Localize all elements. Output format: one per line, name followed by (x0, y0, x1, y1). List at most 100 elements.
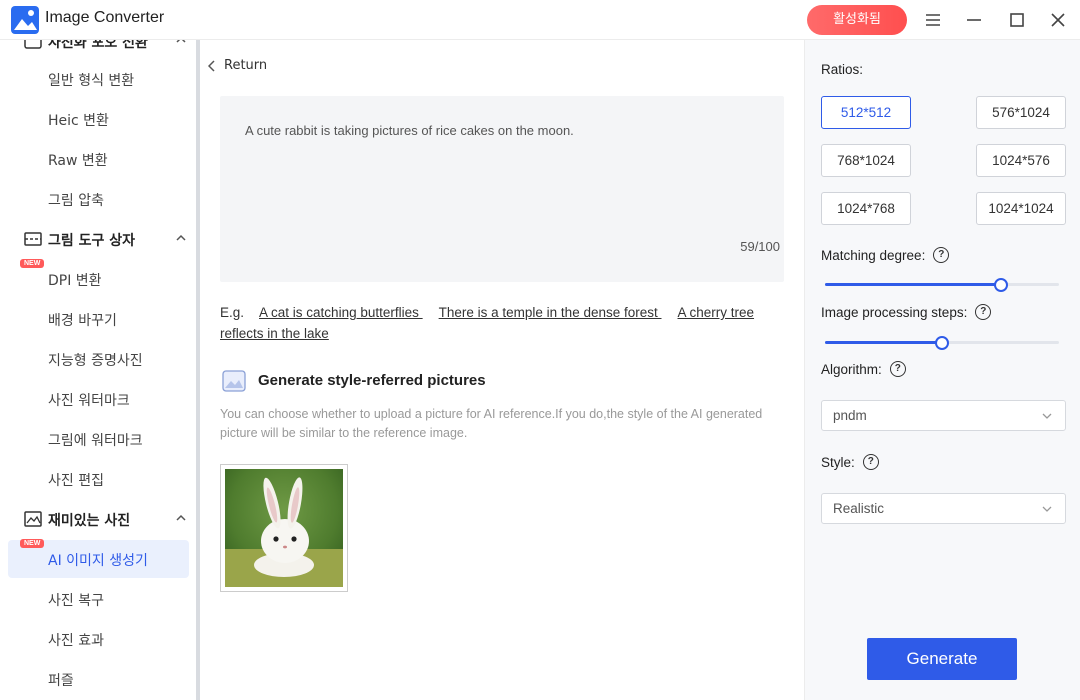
maximize-icon[interactable] (1005, 8, 1029, 32)
prompt-textarea[interactable]: A cute rabbit is taking pictures of rice… (220, 96, 784, 282)
ratio-option[interactable]: 512*512 (821, 96, 911, 129)
sidebar-section-tools[interactable]: 그림 도구 상자 (0, 224, 196, 254)
sidebar-item-image-watermark[interactable]: 그림에 워터마크 (8, 420, 189, 458)
activate-button[interactable]: 활성화됨 (807, 5, 907, 35)
style-ref-description: You can choose whether to upload a pictu… (220, 407, 763, 440)
sidebar-item-puzzle[interactable]: 퍼즐 (8, 660, 189, 698)
return-label: Return (224, 58, 268, 73)
sidebar-item-label: 퍼즐 (48, 673, 74, 689)
sidebar-item-label: 그림에 워터마크 (48, 433, 143, 449)
algorithm-value: pndm (833, 408, 867, 423)
sidebar-item-compress[interactable]: 그림 압축 (8, 180, 189, 218)
slider-thumb[interactable] (993, 278, 1008, 292)
sidebar-item-label: 사진 워터마크 (48, 393, 130, 409)
sidebar-item-photo-restore[interactable]: 사진 복구 (8, 580, 189, 618)
prompt-text[interactable]: A cute rabbit is taking pictures of rice… (245, 123, 574, 138)
sidebar-section-fun[interactable]: 재미있는 사진 (0, 504, 196, 534)
menu-icon[interactable] (921, 8, 945, 32)
ratio-option[interactable]: 1024*1024 (976, 192, 1066, 225)
sidebar-item-label: DPI 변환 (48, 273, 102, 289)
sidebar-item-label: Raw 변환 (48, 153, 108, 169)
sidebar-item-ai-image[interactable]: NEW AI 이미지 생성기 (8, 539, 189, 578)
example-link[interactable]: A cat is catching butterflies (259, 305, 423, 320)
slider-fill (825, 341, 942, 344)
convert-icon (24, 40, 42, 49)
sidebar-item-dpi[interactable]: NEW DPI 변환 (8, 259, 189, 298)
chevron-up-icon (176, 234, 186, 241)
style-value: Realistic (833, 501, 885, 516)
settings-panel: Ratios: 512*512 576*1024 768*1024 1024*5… (804, 40, 1080, 700)
algorithm-select[interactable]: pndm (821, 400, 1066, 431)
sidebar-section-label: 그림 도구 상자 (48, 233, 136, 249)
ratio-option[interactable]: 1024*768 (821, 192, 911, 225)
style-label: Style: ? (821, 454, 879, 470)
sidebar: 사진화 포오 전환 일반 형식 변환 Heic 변환 Raw 변환 그림 압축 … (0, 40, 200, 700)
matching-degree-text: Matching degree: (821, 247, 926, 263)
ratio-option[interactable]: 1024*576 (976, 144, 1066, 177)
reference-image[interactable] (220, 464, 348, 592)
sidebar-item-photo-edit[interactable]: 사진 편집 (8, 460, 189, 498)
sidebar-item-label: 배경 바꾸기 (48, 313, 117, 329)
sidebar-item-id-photo[interactable]: 지능형 증명사진 (8, 340, 189, 378)
sidebar-item-background[interactable]: 배경 바꾸기 (8, 300, 189, 338)
sidebar-item-label: 사진 효과 (48, 633, 104, 649)
image-reference-icon (222, 370, 246, 392)
steps-slider[interactable] (825, 336, 1059, 350)
sidebar-section-label: 재미있는 사진 (48, 513, 131, 529)
sidebar-item-photo-watermark[interactable]: 사진 워터마크 (8, 380, 189, 418)
sidebar-section-label: 사진화 포오 전환 (48, 40, 148, 51)
help-icon[interactable]: ? (889, 361, 906, 377)
matching-degree-slider[interactable] (825, 278, 1059, 292)
toolbox-icon (24, 232, 42, 246)
ratio-option[interactable]: 768*1024 (821, 144, 911, 177)
sidebar-item-label: 지능형 증명사진 (48, 353, 143, 369)
chevron-up-icon (176, 514, 186, 521)
fun-photo-icon (24, 511, 42, 527)
help-icon[interactable]: ? (975, 304, 992, 320)
ratios-label-text: Ratios: (821, 62, 864, 77)
steps-text: Image processing steps: (821, 304, 968, 320)
sidebar-item-raw[interactable]: Raw 변환 (8, 140, 189, 178)
ratio-option[interactable]: 576*1024 (976, 96, 1066, 129)
steps-label: Image processing steps: ? (821, 304, 992, 320)
app-logo-icon (11, 6, 39, 34)
main-panel: Return A cute rabbit is taking pictures … (200, 40, 804, 700)
examples-prefix: E.g. (220, 305, 245, 320)
help-icon[interactable]: ? (933, 247, 950, 263)
sidebar-item-label: 일반 형식 변환 (48, 73, 135, 89)
examples: E.g. A cat is catching butterflies There… (220, 302, 784, 344)
sidebar-item-label: AI 이미지 생성기 (48, 553, 148, 569)
style-ref-title: Generate style-referred pictures (258, 372, 486, 389)
close-icon[interactable] (1046, 8, 1070, 32)
algorithm-text: Algorithm: (821, 361, 882, 377)
style-select[interactable]: Realistic (821, 493, 1066, 524)
sidebar-item-format-convert[interactable]: 일반 형식 변환 (8, 60, 189, 98)
title-bar: Image Converter 활성화됨 (0, 0, 1080, 40)
help-icon[interactable]: ? (862, 454, 879, 470)
new-badge: NEW (20, 259, 45, 268)
sidebar-item-heic[interactable]: Heic 변환 (8, 100, 189, 138)
style-text: Style: (821, 454, 855, 470)
generate-button[interactable]: Generate (867, 638, 1017, 680)
chevron-left-icon (208, 59, 215, 72)
sidebar-item-label: 그림 압축 (48, 193, 104, 209)
example-link[interactable]: There is a temple in the dense forest (439, 305, 662, 320)
prompt-char-count: 59/100 (740, 239, 780, 254)
ratios-label: Ratios: (821, 62, 863, 77)
app-title: Image Converter (45, 9, 165, 26)
sidebar-item-photo-effect[interactable]: 사진 효과 (8, 620, 189, 658)
chevron-down-icon (1042, 413, 1052, 419)
algorithm-label: Algorithm: ? (821, 361, 906, 377)
slider-thumb[interactable] (935, 336, 949, 350)
sidebar-item-label: Heic 변환 (48, 113, 109, 129)
matching-degree-label: Matching degree: ? (821, 247, 950, 263)
slider-fill (825, 283, 1001, 286)
sidebar-section-convert[interactable]: 사진화 포오 전환 (0, 40, 196, 56)
rabbit-image (225, 469, 343, 587)
minimize-icon[interactable] (962, 8, 986, 32)
new-badge: NEW (20, 539, 45, 548)
chevron-down-icon (1042, 506, 1052, 512)
sidebar-item-label: 사진 편집 (48, 473, 104, 489)
return-button[interactable]: Return (208, 58, 267, 73)
chevron-up-icon (176, 40, 186, 43)
